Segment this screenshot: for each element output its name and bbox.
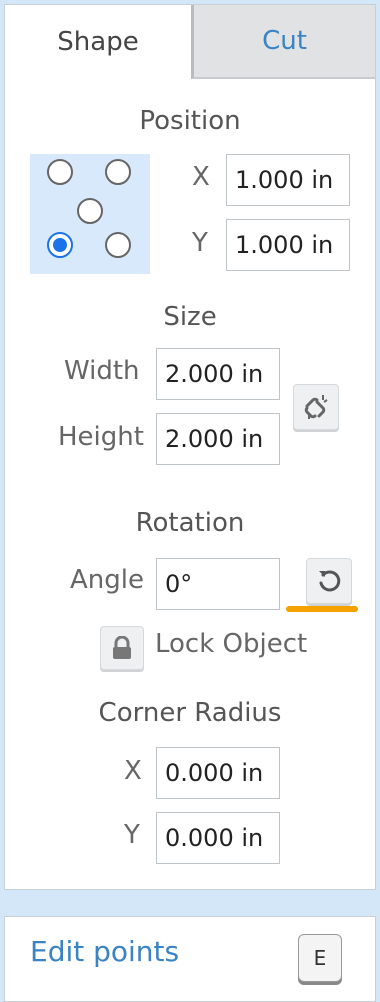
anchor-top-left-radio[interactable] [47,159,73,185]
position-x-input[interactable] [226,154,350,206]
tab-shape[interactable]: Shape [5,5,191,79]
tab-cut[interactable]: Cut [191,5,375,79]
size-title: Size [163,302,217,332]
lock-icon [113,636,131,659]
width-label: Width [64,356,140,386]
height-input[interactable] [156,413,280,465]
lock-object-label: Lock Object [155,629,308,659]
unlink-icon [304,395,328,419]
corner-x-input[interactable] [156,747,280,799]
position-y-input[interactable] [226,219,350,271]
angle-label: Angle [70,565,144,595]
corner-x-label: X [124,756,142,786]
width-input[interactable] [156,348,280,400]
corner-radius-title: Corner Radius [98,698,282,728]
edit-points-link[interactable]: Edit points [30,935,179,968]
position-title: Position [139,106,241,136]
tab-bar: Shape Cut [5,5,375,79]
rotation-title: Rotation [135,508,245,538]
angle-input[interactable] [156,558,280,610]
lock-object-button[interactable] [100,626,144,670]
corner-y-label: Y [124,820,140,850]
rotate-reset-icon [319,570,341,592]
position-y-label: Y [192,228,208,258]
reset-rotation-button[interactable] [306,558,352,604]
corner-y-input[interactable] [156,812,280,864]
active-tool-indicator [286,606,358,612]
anchor-center-radio[interactable] [77,198,103,224]
anchor-bottom-left-radio[interactable] [47,232,73,258]
aspect-link-button[interactable] [293,384,339,430]
position-x-label: X [192,162,210,192]
shortcut-key-e: E [298,934,342,982]
height-label: Height [58,422,144,452]
anchor-top-right-radio[interactable] [105,159,131,185]
anchor-bottom-right-radio[interactable] [105,232,131,258]
